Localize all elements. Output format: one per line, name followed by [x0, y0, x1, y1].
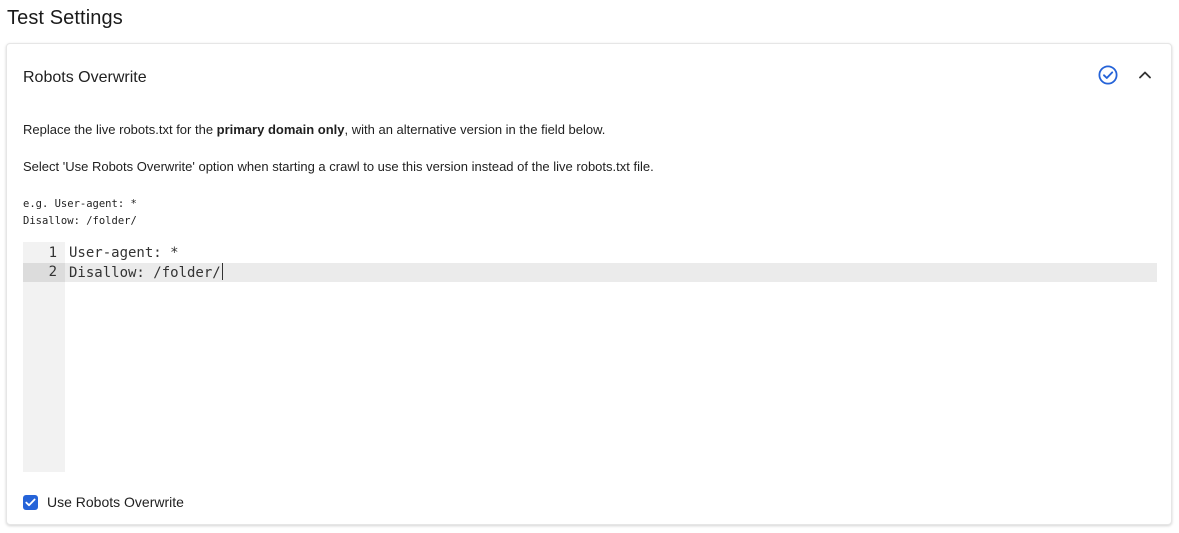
- description-secondary: Select 'Use Robots Overwrite' option whe…: [23, 159, 654, 174]
- example-line: e.g. User-agent: *: [23, 198, 137, 210]
- text-cursor: [221, 263, 223, 280]
- panel-header[interactable]: Robots Overwrite: [7, 44, 1171, 108]
- description-emphasis: primary domain only: [216, 122, 345, 137]
- page-title: Test Settings: [7, 7, 123, 29]
- use-robots-overwrite-option[interactable]: Use Robots Overwrite: [23, 492, 184, 512]
- code-line[interactable]: 1 User-agent: *: [23, 244, 1157, 263]
- checkbox-label: Use Robots Overwrite: [47, 494, 184, 510]
- code-text-content: Disallow: /folder/: [69, 265, 221, 281]
- robots-overwrite-panel: Robots Overwrite Replace the live robots…: [6, 43, 1172, 525]
- check-circle-icon: [1098, 65, 1118, 85]
- robots-code-editor[interactable]: 1 User-agent: * 2 Disallow: /folder/: [23, 242, 1157, 472]
- description-text: , with an alternative version in the fie…: [344, 122, 606, 137]
- code-text[interactable]: User-agent: *: [69, 244, 179, 263]
- code-text[interactable]: Disallow: /folder/: [69, 263, 223, 283]
- line-number: 2: [23, 263, 65, 282]
- example-line: Disallow: /folder/: [23, 215, 137, 227]
- line-number: 1: [48, 245, 57, 261]
- description-primary: Replace the live robots.txt for the prim…: [23, 122, 605, 137]
- panel-title: Robots Overwrite: [23, 69, 147, 86]
- example-block: e.g. User-agent: * Disallow: /folder/: [23, 196, 137, 230]
- use-robots-overwrite-checkbox[interactable]: [23, 494, 38, 510]
- description-text: Replace the live robots.txt for the: [23, 122, 217, 137]
- code-line-active[interactable]: 2 Disallow: /folder/: [23, 263, 1157, 282]
- checkmark-icon: [25, 498, 36, 506]
- collapse-button[interactable]: [1133, 64, 1157, 88]
- chevron-up-icon: [1138, 67, 1152, 85]
